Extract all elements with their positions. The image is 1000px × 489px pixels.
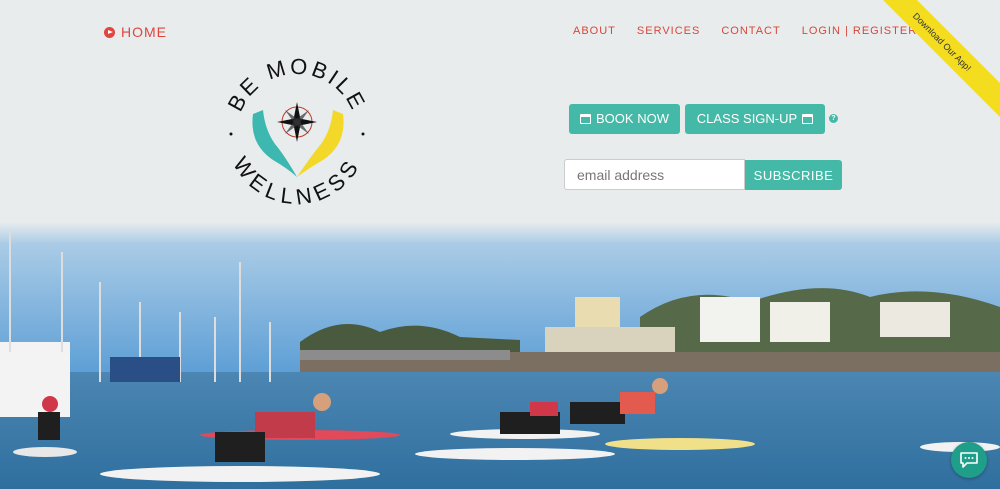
logo[interactable]: BE MOBILE WELLNESS [215, 52, 380, 217]
subscribe-button[interactable]: SUBSCRIBE [745, 160, 842, 190]
chat-bubble-icon [960, 452, 978, 468]
book-now-label: BOOK NOW [596, 111, 669, 126]
class-signup-label: CLASS SIGN-UP [696, 111, 798, 126]
home-label: HOME [121, 24, 167, 40]
calendar-icon [802, 114, 814, 124]
home-link[interactable]: HOME [104, 24, 167, 40]
chat-button[interactable] [951, 442, 987, 478]
hero-photo [0, 222, 1000, 489]
play-circle-icon [104, 26, 115, 38]
calendar-icon [580, 114, 592, 124]
question-circle-icon[interactable]: ? [829, 114, 838, 123]
nav-contact[interactable]: CONTACT [721, 25, 780, 37]
email-input[interactable] [564, 159, 745, 190]
class-signup-button[interactable]: CLASS SIGN-UP [685, 104, 825, 134]
nav-about[interactable]: ABOUT [573, 25, 616, 37]
logo-bottom-text: WELLNESS [228, 152, 365, 210]
nav-services[interactable]: SERVICES [637, 25, 700, 37]
ribbon-label: Download Our App! [860, 0, 1000, 120]
compass-icon [277, 102, 317, 142]
book-now-button[interactable]: BOOK NOW [569, 104, 680, 134]
app-download-ribbon[interactable]: Download Our App! [860, 0, 1000, 120]
